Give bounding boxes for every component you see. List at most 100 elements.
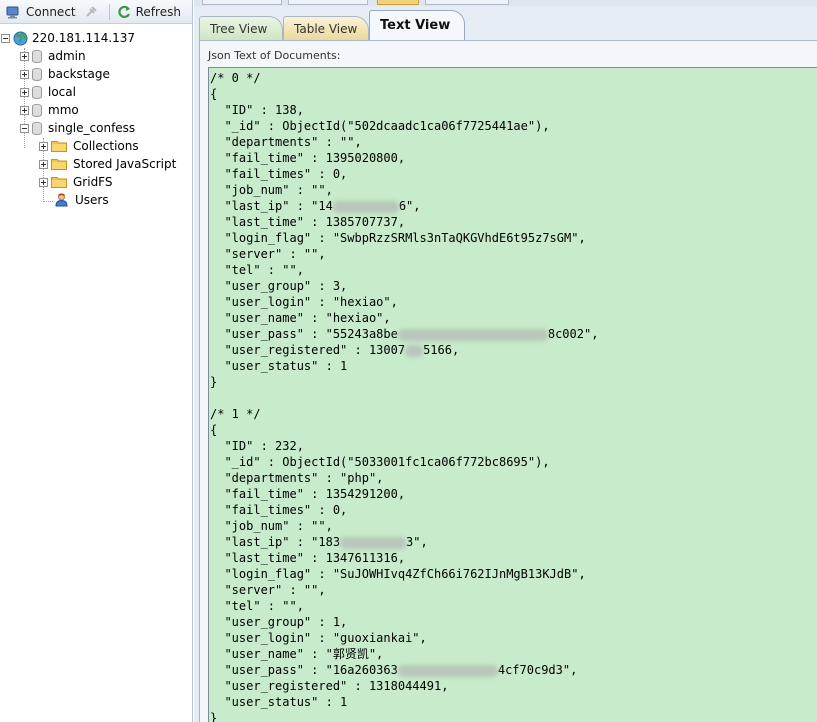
expand-icon[interactable] xyxy=(20,69,29,79)
json-text-label: Json Text of Documents: xyxy=(208,49,341,62)
expand-icon[interactable] xyxy=(39,177,48,187)
disconnect-button[interactable] xyxy=(80,2,106,22)
tree-connector xyxy=(43,201,53,202)
stored-javascript-label: Stored JavaScript xyxy=(73,157,177,171)
view-tabs: Tree View Table View Text View xyxy=(194,10,817,40)
document-viewer: Tree View Table View Text View Json Text… xyxy=(194,0,817,722)
code-line-registered: "user_registered" : 13007 5166, xyxy=(210,342,817,358)
collapse-icon[interactable] xyxy=(1,33,10,43)
code-line: "_id" : ObjectId("502dcaadc1ca06f7725441… xyxy=(210,119,550,133)
code-text: 8c002", xyxy=(547,327,599,341)
code-line: "_id" : ObjectId("5033001fc1ca06f772bc86… xyxy=(210,455,550,469)
code-line: "fail_times" : 0, xyxy=(210,503,348,517)
tab-table-view[interactable]: Table View xyxy=(283,16,369,40)
code-line-user-pass: "user_pass" : "55243a8be 8c002", xyxy=(210,326,817,342)
tree-node-database[interactable]: backstage xyxy=(20,65,110,83)
code-text: "last_ip" : "14 xyxy=(210,199,333,213)
server-label: 220.181.114.137 xyxy=(32,31,136,45)
refresh-label: Refresh xyxy=(135,4,181,19)
connect-icon xyxy=(6,6,19,18)
toolbar-button[interactable] xyxy=(202,0,282,5)
tree-node-database[interactable]: single_confess xyxy=(20,119,135,137)
top-toolbar-strip xyxy=(194,0,817,6)
expand-icon[interactable] xyxy=(20,51,29,61)
code-line: "user_login" : "hexiao", xyxy=(210,295,398,309)
folder-icon xyxy=(51,141,67,152)
code-text: "user_pass" : "16a260363 xyxy=(210,663,398,677)
code-text: 3", xyxy=(406,535,428,549)
code-line-user-pass: "user_pass" : "16a260363 4cf70c9d3", xyxy=(210,662,817,678)
document-header: /* 0 */ xyxy=(210,71,261,85)
tab-label: Table View xyxy=(294,21,358,36)
code-line-last-ip: "last_ip" : "183 3", xyxy=(210,534,817,550)
code-line: "login_flag" : "SuJOWHIvq4ZfCh66i762IJnM… xyxy=(210,567,586,581)
redacted-blur xyxy=(332,200,399,213)
tab-label: Text View xyxy=(380,18,451,33)
code-line: "user_group" : 1, xyxy=(210,615,348,629)
toolbar-button[interactable] xyxy=(288,0,368,5)
expand-icon[interactable] xyxy=(20,105,29,115)
collapse-icon[interactable] xyxy=(20,123,29,133)
connect-label: Connect xyxy=(26,4,76,19)
user-icon xyxy=(55,193,68,207)
json-text-area[interactable]: /* 0 */ { "ID" : 138, "_id" : ObjectId("5… xyxy=(208,67,817,722)
tab-tree-view[interactable]: Tree View xyxy=(199,16,283,40)
tab-text-view[interactable]: Text View xyxy=(369,10,465,40)
tree-node-database[interactable]: admin xyxy=(20,47,86,65)
tree-node-database[interactable]: local xyxy=(20,83,76,101)
redacted-blur xyxy=(340,536,407,549)
database-label: local xyxy=(48,85,76,99)
tree-node-users[interactable]: Users xyxy=(54,191,109,209)
code-line: "user_login" : "guoxiankai", xyxy=(210,631,427,645)
code-line: "ID" : 232, xyxy=(210,439,304,453)
expand-icon[interactable] xyxy=(20,87,29,97)
code-line: "user_name" : "郭贤凯", xyxy=(210,647,384,661)
tree-node-server[interactable]: 220.181.114.137 xyxy=(1,29,135,47)
tree-node-stored-javascript[interactable]: Stored JavaScript xyxy=(39,155,176,173)
code-line: { xyxy=(210,423,218,437)
database-icon xyxy=(32,121,42,135)
database-icon xyxy=(32,85,42,99)
tab-label: Tree View xyxy=(210,21,268,36)
explorer-toolbar: Connect Refresh xyxy=(0,0,192,24)
tree-node-collections[interactable]: Collections xyxy=(39,137,139,155)
code-line: "tel" : "", xyxy=(210,263,304,277)
code-text: 4cf70c9d3", xyxy=(497,663,578,677)
code-text: "user_registered" : 13007 xyxy=(210,343,406,357)
gridfs-label: GridFS xyxy=(73,175,113,189)
code-line: "last_time" : 1385707737, xyxy=(210,215,406,229)
code-line: "departments" : "", xyxy=(210,135,362,149)
server-globe-icon xyxy=(13,31,28,45)
code-line: "fail_times" : 0, xyxy=(210,167,348,181)
code-line: "job_num" : "", xyxy=(210,519,333,533)
code-line: } xyxy=(210,711,218,722)
code-text: "user_pass" : "55243a8be xyxy=(210,327,398,341)
code-line: "user_group" : 3, xyxy=(210,279,348,293)
connect-button[interactable]: Connect xyxy=(2,2,80,22)
code-line: "server" : "", xyxy=(210,583,326,597)
code-line: "tel" : "", xyxy=(210,599,304,613)
users-label: Users xyxy=(75,193,109,207)
code-line: "job_num" : "", xyxy=(210,183,333,197)
database-label: admin xyxy=(48,49,86,63)
code-line: } xyxy=(210,375,218,389)
tree-node-database[interactable]: mmo xyxy=(20,101,79,119)
toolbar-button[interactable] xyxy=(425,0,509,5)
collections-label: Collections xyxy=(73,139,139,153)
tree-node-gridfs[interactable]: GridFS xyxy=(39,173,113,191)
refresh-button[interactable]: Refresh xyxy=(113,2,185,22)
expand-icon[interactable] xyxy=(39,159,48,169)
json-code: /* 0 */ { "ID" : 138, "_id" : ObjectId("5… xyxy=(209,68,817,722)
database-icon xyxy=(32,67,42,81)
redacted-blur xyxy=(397,328,548,341)
toolbar-button[interactable] xyxy=(377,0,419,5)
code-line: "fail_time" : 1354291200, xyxy=(210,487,406,501)
code-line: "user_status" : 1 xyxy=(210,695,348,709)
expand-icon[interactable] xyxy=(39,141,48,151)
redacted-blur xyxy=(405,344,424,357)
folder-icon xyxy=(51,177,67,188)
database-icon xyxy=(32,103,42,117)
toolbar-separator xyxy=(108,3,110,20)
document-header: /* 1 */ xyxy=(210,407,261,421)
